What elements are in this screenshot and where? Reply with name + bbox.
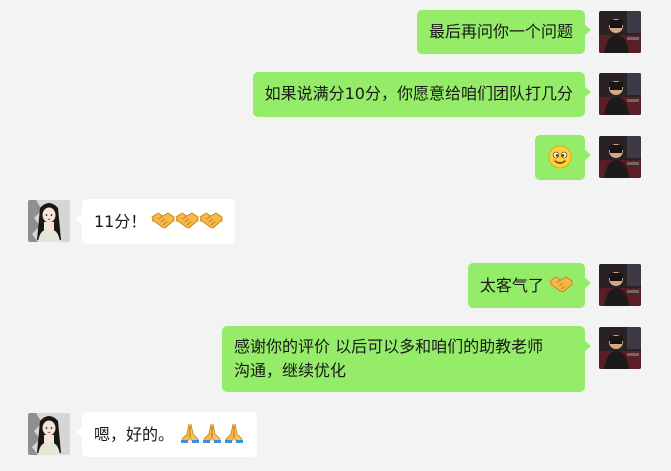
- my-avatar[interactable]: [599, 11, 641, 53]
- my-avatar[interactable]: [599, 136, 641, 178]
- my-avatar[interactable]: [599, 264, 641, 306]
- my-avatar[interactable]: [599, 327, 641, 369]
- message-bubble[interactable]: 最后再问你一个问题: [416, 10, 592, 54]
- message-bubble[interactable]: 如果说满分10分，你愿意给咱们团队打几分: [252, 72, 592, 117]
- her-avatar[interactable]: [28, 200, 70, 242]
- chat-message-list[interactable]: 最后再问你一个问题 如果说满分10分，你愿意给咱们团队打几分 11分！ 太客气了…: [0, 0, 671, 471]
- message-bubble[interactable]: 嗯，好的。: [75, 412, 258, 457]
- handshake-emoji: [549, 273, 573, 295]
- message-text: 如果说满分10分，你愿意给咱们团队打几分: [264, 84, 573, 103]
- handshake-emoji: [151, 209, 176, 231]
- message-text: 最后再问你一个问题: [428, 22, 573, 41]
- message-bubble[interactable]: 11分！: [75, 199, 236, 244]
- message-text: 11分！: [94, 212, 147, 231]
- folded-hands-emoji: [201, 422, 223, 444]
- message-text-line: 沟通，继续优化: [234, 361, 347, 380]
- message-bubble[interactable]: [535, 135, 591, 180]
- her-avatar[interactable]: [28, 413, 70, 455]
- folded-hands-emoji: [223, 422, 245, 444]
- message-bubble[interactable]: 感谢你的评价 以后可以多和咱们的助教老师 沟通，继续优化: [222, 326, 591, 392]
- message-text: 太客气了: [479, 276, 544, 295]
- message-text-line: 感谢你的评价 以后可以多和咱们的助教老师: [234, 337, 544, 356]
- my-avatar[interactable]: [599, 73, 641, 115]
- handshake-emoji: [175, 209, 200, 231]
- message-text: 嗯，好的。: [94, 425, 175, 444]
- grinning-squinting-face-emoji: [548, 145, 572, 169]
- folded-hands-emoji: [179, 422, 201, 444]
- handshake-emoji: [199, 209, 224, 231]
- message-bubble[interactable]: 太客气了: [467, 263, 592, 308]
